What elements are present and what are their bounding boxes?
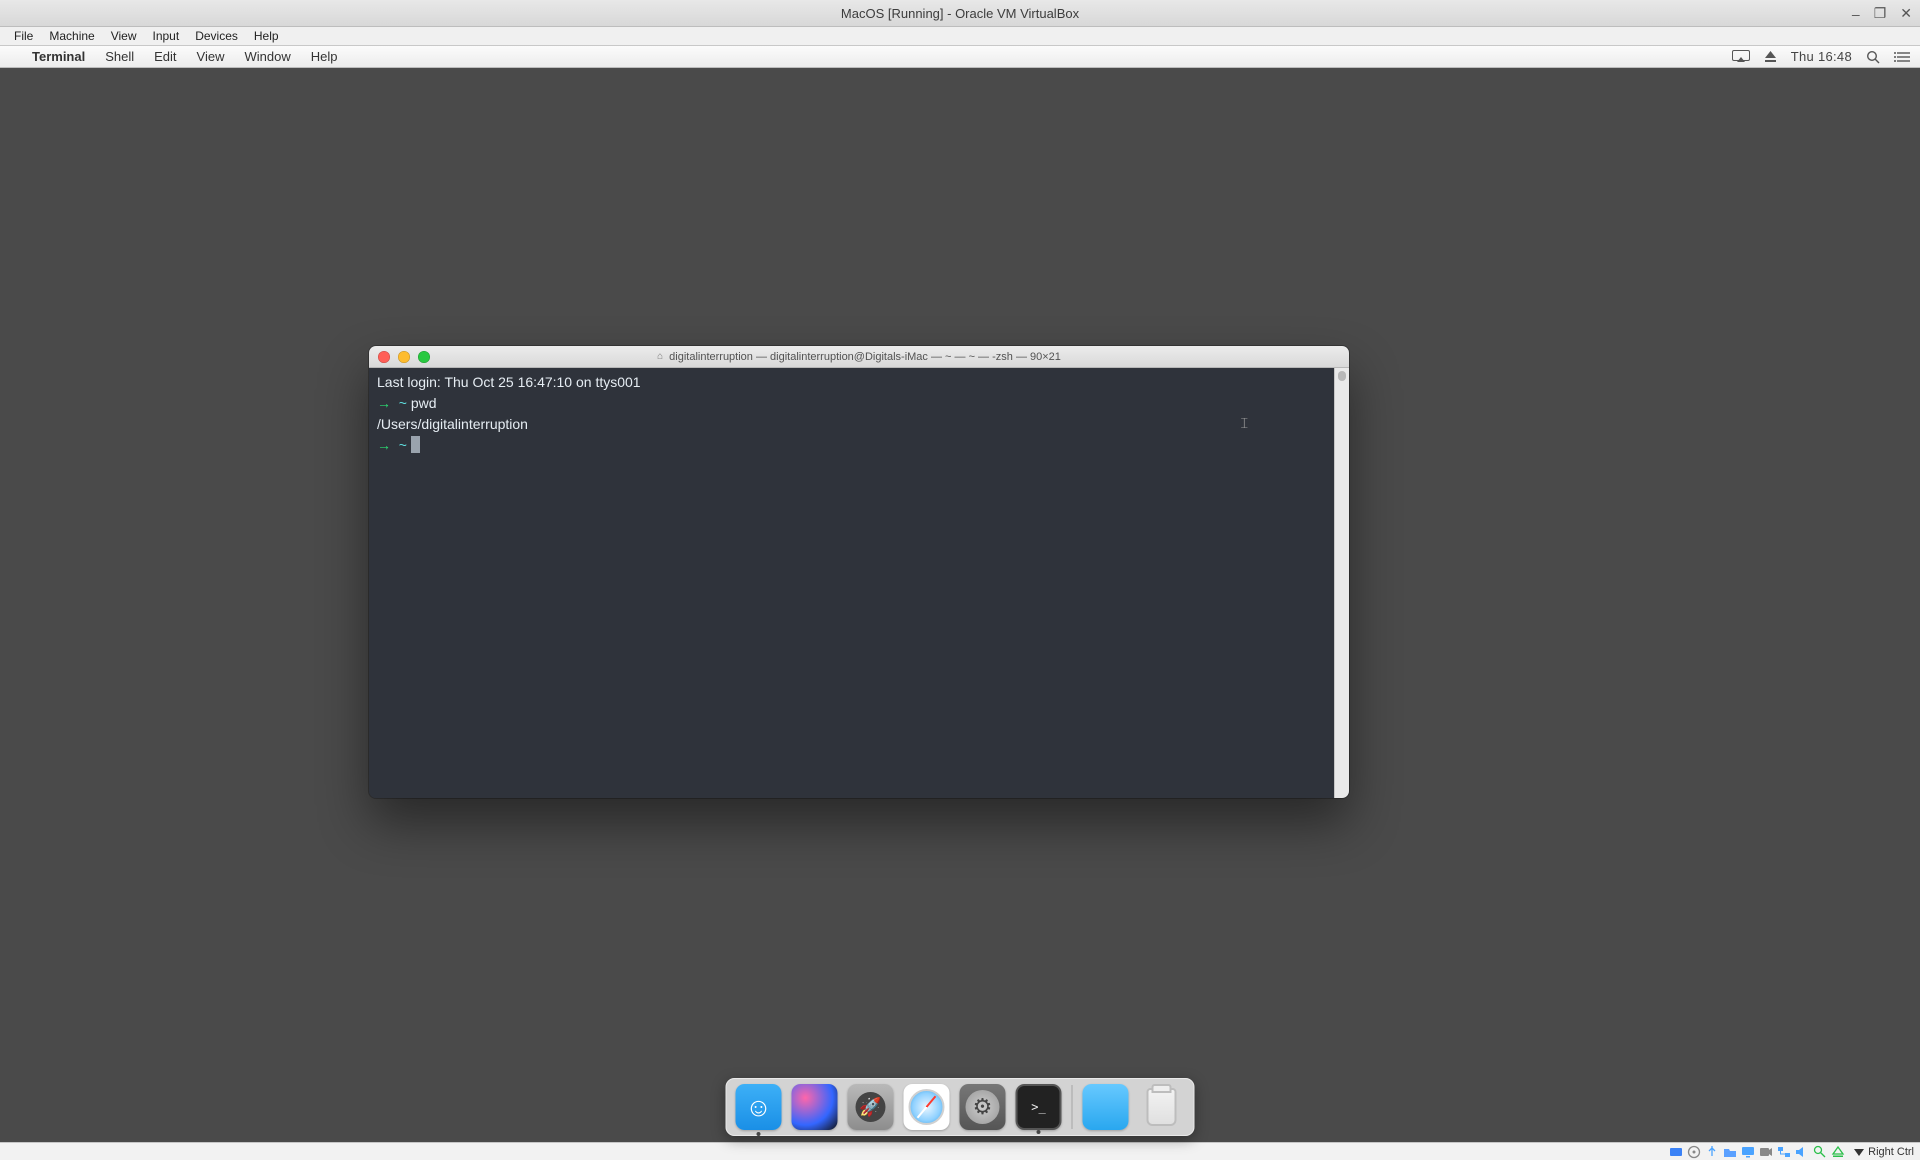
macos-menu-window[interactable]: Window bbox=[235, 49, 301, 64]
text-ibeam-cursor-icon: 𝙸 bbox=[1239, 414, 1250, 435]
screen-mirroring-icon[interactable] bbox=[1732, 50, 1750, 63]
macos-app-name[interactable]: Terminal bbox=[22, 49, 95, 64]
vbox-status-disc-icon[interactable] bbox=[1687, 1145, 1701, 1159]
vbox-status-audio-icon[interactable] bbox=[1795, 1145, 1809, 1159]
vbox-status-display-icon[interactable] bbox=[1741, 1145, 1755, 1159]
prompt-cwd: ~ bbox=[399, 395, 407, 411]
vbox-hostkey-indicator[interactable]: Right Ctrl bbox=[1853, 1146, 1914, 1158]
menubar-clock[interactable]: Thu 16:48 bbox=[1791, 49, 1852, 64]
terminal-last-login: Last login: Thu Oct 25 16:47:10 on ttys0… bbox=[377, 374, 641, 390]
macos-dock: ☺ 🚀 ⚙ >_ bbox=[726, 1078, 1195, 1136]
prompt-arrow: → bbox=[377, 395, 391, 411]
dock-launchpad[interactable]: 🚀 bbox=[848, 1084, 894, 1130]
vbox-maximize-button[interactable]: ❐ bbox=[1874, 5, 1887, 22]
vbox-close-button[interactable]: ✕ bbox=[1900, 5, 1912, 22]
vbox-menu-file[interactable]: File bbox=[6, 27, 41, 46]
terminal-content[interactable]: Last login: Thu Oct 25 16:47:10 on ttys0… bbox=[369, 368, 1334, 798]
dock-system-preferences[interactable]: ⚙ bbox=[960, 1084, 1006, 1130]
macos-menu-edit[interactable]: Edit bbox=[144, 49, 186, 64]
vbox-hostkey-label: Right Ctrl bbox=[1868, 1146, 1914, 1158]
terminal-icon: >_ bbox=[1031, 1100, 1045, 1114]
vbox-menu-view[interactable]: View bbox=[103, 27, 145, 46]
vbox-status-shared-folder-icon[interactable] bbox=[1723, 1145, 1737, 1159]
terminal-zoom-button[interactable] bbox=[418, 351, 430, 363]
virtualbox-titlebar[interactable]: MacOS [Running] - Oracle VM VirtualBox –… bbox=[0, 0, 1920, 27]
guest-viewport: Terminal Shell Edit View Window Help Thu… bbox=[0, 46, 1920, 1142]
macos-menu-shell[interactable]: Shell bbox=[95, 49, 144, 64]
vbox-status-usb-icon[interactable] bbox=[1705, 1145, 1719, 1159]
vbox-menu-input[interactable]: Input bbox=[145, 27, 188, 46]
virtualbox-title: MacOS [Running] - Oracle VM VirtualBox bbox=[841, 6, 1079, 21]
virtualbox-menubar: File Machine View Input Devices Help bbox=[0, 27, 1920, 46]
macos-menu-help[interactable]: Help bbox=[301, 49, 348, 64]
vbox-status-recording-icon[interactable] bbox=[1759, 1145, 1773, 1159]
vbox-status-hd-icon[interactable] bbox=[1669, 1145, 1683, 1159]
dock-siri[interactable] bbox=[792, 1084, 838, 1130]
macos-menubar: Terminal Shell Edit View Window Help Thu… bbox=[0, 46, 1920, 68]
home-folder-icon: ⌂ bbox=[657, 351, 663, 362]
prompt-arrow: → bbox=[377, 437, 391, 453]
safari-icon bbox=[909, 1089, 945, 1125]
finder-icon: ☺ bbox=[745, 1092, 772, 1123]
vbox-minimize-button[interactable]: – bbox=[1852, 6, 1860, 22]
dock-downloads[interactable] bbox=[1083, 1084, 1129, 1130]
terminal-title: digitalinterruption — digitalinterruptio… bbox=[669, 351, 1061, 363]
dock-trash[interactable] bbox=[1139, 1084, 1185, 1130]
dock-safari[interactable] bbox=[904, 1084, 950, 1130]
terminal-command-1: pwd bbox=[411, 395, 437, 411]
terminal-output-1: /Users/digitalinterruption bbox=[377, 416, 528, 432]
spotlight-icon[interactable] bbox=[1866, 50, 1880, 64]
gear-icon: ⚙ bbox=[966, 1090, 1000, 1124]
vbox-status-network-icon[interactable] bbox=[1777, 1145, 1791, 1159]
vbox-status-mouse-integration-icon[interactable] bbox=[1813, 1145, 1827, 1159]
launchpad-icon: 🚀 bbox=[856, 1092, 886, 1122]
terminal-minimize-button[interactable] bbox=[398, 351, 410, 363]
macos-menu-view[interactable]: View bbox=[187, 49, 235, 64]
dock-separator bbox=[1072, 1085, 1073, 1129]
prompt-cwd: ~ bbox=[399, 437, 407, 453]
vbox-status-keyboard-icon[interactable] bbox=[1831, 1145, 1845, 1159]
virtualbox-statusbar: Right Ctrl bbox=[0, 1142, 1920, 1160]
vbox-menu-machine[interactable]: Machine bbox=[41, 27, 102, 46]
dock-finder[interactable]: ☺ bbox=[736, 1084, 782, 1130]
menu-list-icon[interactable] bbox=[1894, 51, 1910, 63]
vbox-menu-devices[interactable]: Devices bbox=[187, 27, 246, 46]
terminal-cursor bbox=[411, 436, 420, 453]
terminal-window[interactable]: ⌂ digitalinterruption — digitalinterrupt… bbox=[369, 346, 1349, 798]
eject-icon[interactable] bbox=[1764, 50, 1777, 63]
dock-terminal[interactable]: >_ bbox=[1016, 1084, 1062, 1130]
trash-icon bbox=[1147, 1088, 1177, 1126]
terminal-titlebar[interactable]: ⌂ digitalinterruption — digitalinterrupt… bbox=[369, 346, 1349, 368]
vbox-menu-help[interactable]: Help bbox=[246, 27, 287, 46]
arrow-down-icon bbox=[1853, 1146, 1865, 1158]
terminal-close-button[interactable] bbox=[378, 351, 390, 363]
terminal-scrollbar[interactable] bbox=[1334, 368, 1349, 798]
